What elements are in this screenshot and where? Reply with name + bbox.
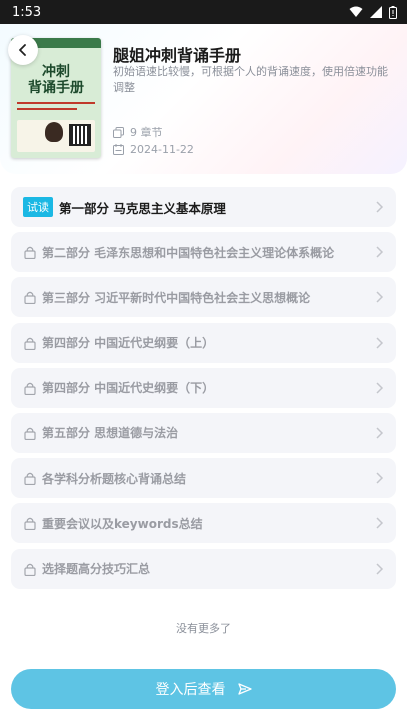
battery-icon (389, 5, 397, 19)
chevron-right-icon (376, 337, 384, 349)
cover-portrait (45, 122, 63, 142)
chevron-right-icon (376, 517, 384, 529)
chevron-right-icon (376, 291, 384, 303)
chapter-count-text: 9 章节 (130, 126, 163, 139)
chapter-label: 选择题高分技巧汇总 (42, 562, 151, 576)
chapter-item[interactable]: 各学科分析题核心背诵总结 (11, 458, 396, 499)
chapter-label: 重要会议以及keywords总结 (42, 516, 203, 531)
publish-date: 2024-11-22 (113, 143, 194, 156)
cover-stripe (17, 108, 77, 110)
cover-title: 冲刺 背诵手册 (28, 64, 84, 96)
chapter-label: 第一部分 马克思主义基本原理 (59, 200, 226, 216)
chapter-item[interactable]: 第五部分 思想道德与法治 (11, 412, 396, 453)
lock-icon (24, 337, 36, 350)
back-button[interactable] (8, 35, 38, 65)
chapter-item[interactable]: 第三部分 习近平新时代中国特色社会主义思想概论 (11, 277, 396, 318)
trial-badge: 试读 (23, 197, 53, 217)
lock-icon (24, 563, 36, 576)
signal-icon (370, 6, 382, 18)
status-icons (349, 5, 397, 19)
chevron-right-icon (376, 201, 384, 213)
chevron-right-icon (376, 427, 384, 439)
chapter-item[interactable]: 第二部分 毛泽东思想和中国特色社会主义理论体系概论 (11, 232, 396, 273)
chapter-label: 各学科分析题核心背诵总结 (42, 471, 187, 486)
book-title: 腿姐冲刺背诵手册 (113, 46, 242, 65)
copy-icon (113, 126, 124, 138)
chapter-label: 第五部分 思想道德与法治 (42, 426, 179, 441)
send-icon (237, 683, 252, 695)
book-description: 初始语速比较慢，可根据个人的背诵速度，使用倍速功能调整 (113, 65, 388, 94)
chapter-label: 第四部分 中国近代史纲要（下） (42, 381, 215, 396)
chapter-item[interactable]: 重要会议以及keywords总结 (11, 503, 396, 544)
chapter-item[interactable]: 第四部分 中国近代史纲要（上） (11, 322, 396, 363)
chevron-right-icon (376, 246, 384, 258)
chevron-left-icon (19, 44, 26, 56)
login-to-view-button[interactable]: 登入后查看 (11, 669, 396, 709)
lock-icon (24, 472, 36, 486)
chapter-count: 9 章节 (113, 124, 163, 140)
no-more-text: 没有更多了 (176, 622, 231, 635)
cover-stripe (17, 102, 95, 104)
chevron-right-icon (376, 562, 384, 575)
lock-icon (24, 382, 36, 395)
book-header: 冲刺 背诵手册 腿姐冲刺背诵手册 初始语速比较慢，可根据个人的背诵速度，使用倍速… (0, 24, 407, 174)
chapter-label: 第二部分 毛泽东思想和中国特色社会主义理论体系概论 (42, 245, 335, 260)
chapter-label: 第三部分 习近平新时代中国特色社会主义思想概论 (42, 290, 311, 305)
chapter-item[interactable]: 第四部分 中国近代史纲要（下） (11, 367, 396, 408)
calendar-icon (113, 144, 124, 155)
chapter-list: 试读 第一部分 马克思主义基本原理 第二部分 毛泽东思想和中国特色社会主义理论体… (11, 187, 396, 594)
chapter-item[interactable]: 试读 第一部分 马克思主义基本原理 (11, 187, 396, 227)
cover-qr-code (69, 124, 91, 146)
chapter-label: 第四部分 中国近代史纲要（上） (42, 336, 215, 351)
status-time: 1:53 (12, 4, 42, 20)
wifi-icon (349, 6, 363, 17)
publish-date-text: 2024-11-22 (130, 143, 194, 156)
chevron-right-icon (376, 382, 384, 394)
login-button-label: 登入后查看 (155, 682, 226, 698)
chapter-item[interactable]: 选择题高分技巧汇总 (11, 548, 396, 589)
lock-icon (24, 246, 36, 260)
lock-icon (24, 518, 36, 531)
lock-icon (24, 292, 36, 305)
status-bar: 1:53 (0, 0, 407, 24)
chevron-right-icon (376, 472, 384, 484)
lock-icon (24, 427, 36, 440)
